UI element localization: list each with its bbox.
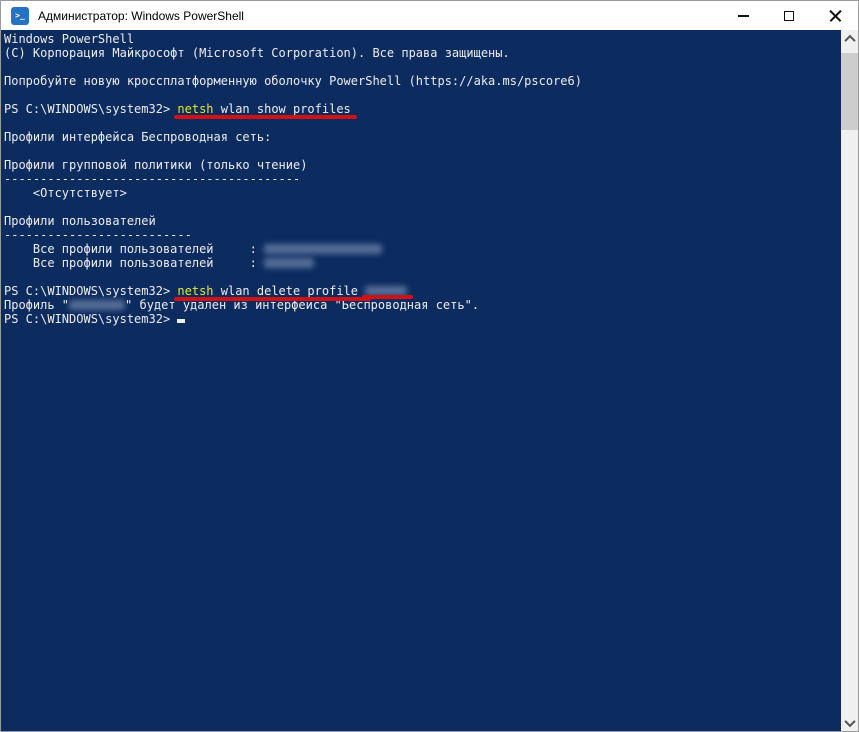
minimize-icon (737, 14, 749, 17)
prompt: PS C:\WINDOWS\system32> (4, 102, 178, 116)
chevron-up-icon (843, 34, 856, 46)
terminal-output[interactable]: Windows PowerShell (C) Корпорация Майкрос… (1, 30, 841, 731)
text-cursor (177, 319, 186, 323)
command-args: wlan show profiles (213, 102, 351, 116)
command-netsh: netsh (177, 102, 214, 116)
terminal-line: Все профили пользователей : (4, 242, 841, 256)
terminal-text: -------------------------- (4, 228, 192, 242)
terminal-line: PS C:\WINDOWS\system32> netsh wlan show … (4, 102, 841, 116)
terminal-text: ----------------------------------------… (4, 172, 301, 186)
window-controls (720, 1, 858, 30)
terminal-line: Профиль " " будет удален из интерфейса "Б… (4, 298, 841, 312)
redacted-profile-name-2 (264, 258, 315, 268)
terminal-line: Профили пользователей (4, 214, 841, 228)
terminal-text: Windows PowerShell (4, 32, 135, 46)
terminal-line: <Отсутствует> (4, 186, 841, 200)
terminal-line: Windows PowerShell (4, 32, 841, 46)
terminal-line: PS C:\WINDOWS\system32> (4, 312, 841, 326)
window-title: Администратор: Windows PowerShell (38, 8, 244, 23)
maximize-button[interactable] (766, 1, 812, 30)
prompt: PS C:\WINDOWS\system32> (4, 312, 178, 326)
redacted-profile-name-3 (362, 286, 414, 299)
terminal-line: -------------------------- (4, 228, 841, 242)
powershell-window: >_ Администратор: Windows PowerShell Win… (0, 0, 859, 732)
terminal-line: Все профили пользователей : (4, 256, 841, 270)
terminal-text: Профиль " (4, 298, 70, 312)
terminal-text: Все профили пользователей : (4, 256, 265, 270)
terminal-line: Профили групповой политики (только чтени… (4, 158, 841, 172)
powershell-icon: >_ (11, 6, 29, 25)
terminal-text: <Отсутствует> (4, 186, 127, 200)
terminal-text: Профили интерфейса Беспроводная сеть: (4, 130, 272, 144)
prompt: PS C:\WINDOWS\system32> (4, 284, 178, 298)
close-button[interactable] (812, 1, 858, 30)
terminal-line: Попробуйте новую кроссплатформенную обол… (4, 74, 841, 88)
terminal-text: Попробуйте новую кроссплатформенную обол… (4, 74, 582, 88)
terminal-text: Все профили пользователей : (4, 242, 265, 256)
scrollbar-down-button[interactable] (841, 714, 858, 731)
terminal-line: (C) Корпорация Майкрософт (Microsoft Cor… (4, 46, 841, 60)
terminal-line: PS C:\WINDOWS\system32> netsh wlan delet… (4, 284, 841, 299)
terminal-line: ----------------------------------------… (4, 172, 841, 186)
redacted-profile-name-4 (69, 300, 126, 310)
terminal-text: (C) Корпорация Майкрософт (Microsoft Cor… (4, 46, 510, 60)
command-netsh: netsh (177, 284, 214, 298)
scrollbar[interactable] (841, 30, 858, 731)
redacted-profile-name-1 (264, 244, 383, 254)
terminal-text: Профили пользователей (4, 214, 156, 228)
terminal-text: Профили групповой политики (только чтени… (4, 158, 308, 172)
close-icon (829, 9, 842, 22)
minimize-button[interactable] (720, 1, 766, 30)
scrollbar-up-button[interactable] (841, 30, 858, 47)
scrollbar-thumb[interactable] (841, 53, 858, 130)
terminal-line: Профили интерфейса Беспроводная сеть: (4, 130, 841, 144)
chevron-down-icon (843, 715, 856, 727)
title-bar[interactable]: >_ Администратор: Windows PowerShell (1, 1, 858, 30)
maximize-icon (784, 10, 794, 21)
command-args: wlan delete profile (213, 284, 366, 298)
